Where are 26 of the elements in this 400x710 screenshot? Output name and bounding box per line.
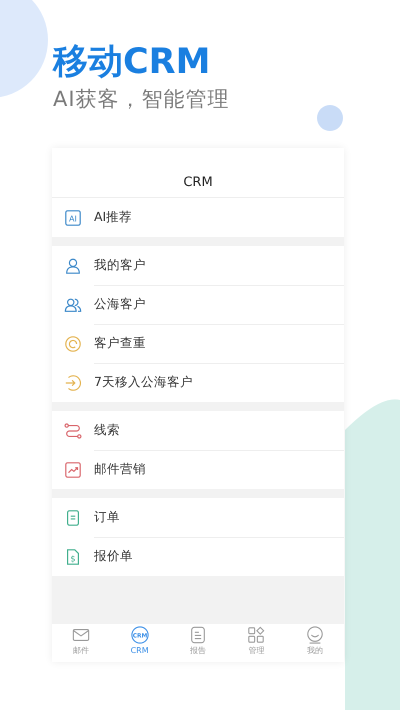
headline: 移动CRM — [53, 41, 212, 84]
quote-icon: $ — [64, 548, 82, 566]
route-icon — [64, 422, 82, 440]
menu-item[interactable]: 线索 — [52, 411, 344, 450]
grid-icon — [247, 626, 266, 644]
people-icon — [64, 296, 82, 314]
chart-icon — [64, 460, 82, 478]
at-icon — [64, 334, 82, 352]
screen-title: CRM — [183, 175, 213, 190]
face-icon — [306, 626, 324, 644]
mail-icon — [72, 626, 90, 644]
report-icon — [189, 626, 208, 644]
menu-item[interactable]: 我的客户 — [52, 246, 344, 285]
enter-icon — [64, 374, 82, 392]
menu-item[interactable]: $ 报价单 — [52, 537, 344, 576]
person-icon — [64, 256, 82, 274]
ai-icon: AI — [64, 208, 82, 226]
menu-item[interactable]: 订单 — [52, 498, 344, 537]
menu-item[interactable]: 客户查重 — [52, 324, 344, 363]
subtitle: AI获客，智能管理 — [53, 86, 231, 112]
doc-icon — [64, 508, 82, 526]
decorative-dot — [317, 105, 343, 131]
menu-item[interactable]: AI AI推荐 — [52, 198, 344, 237]
menu-item[interactable]: 7天移入公海客户 — [52, 363, 344, 402]
menu-item[interactable]: 邮件营销 — [52, 450, 344, 489]
menu-item[interactable]: 公海客户 — [52, 285, 344, 324]
